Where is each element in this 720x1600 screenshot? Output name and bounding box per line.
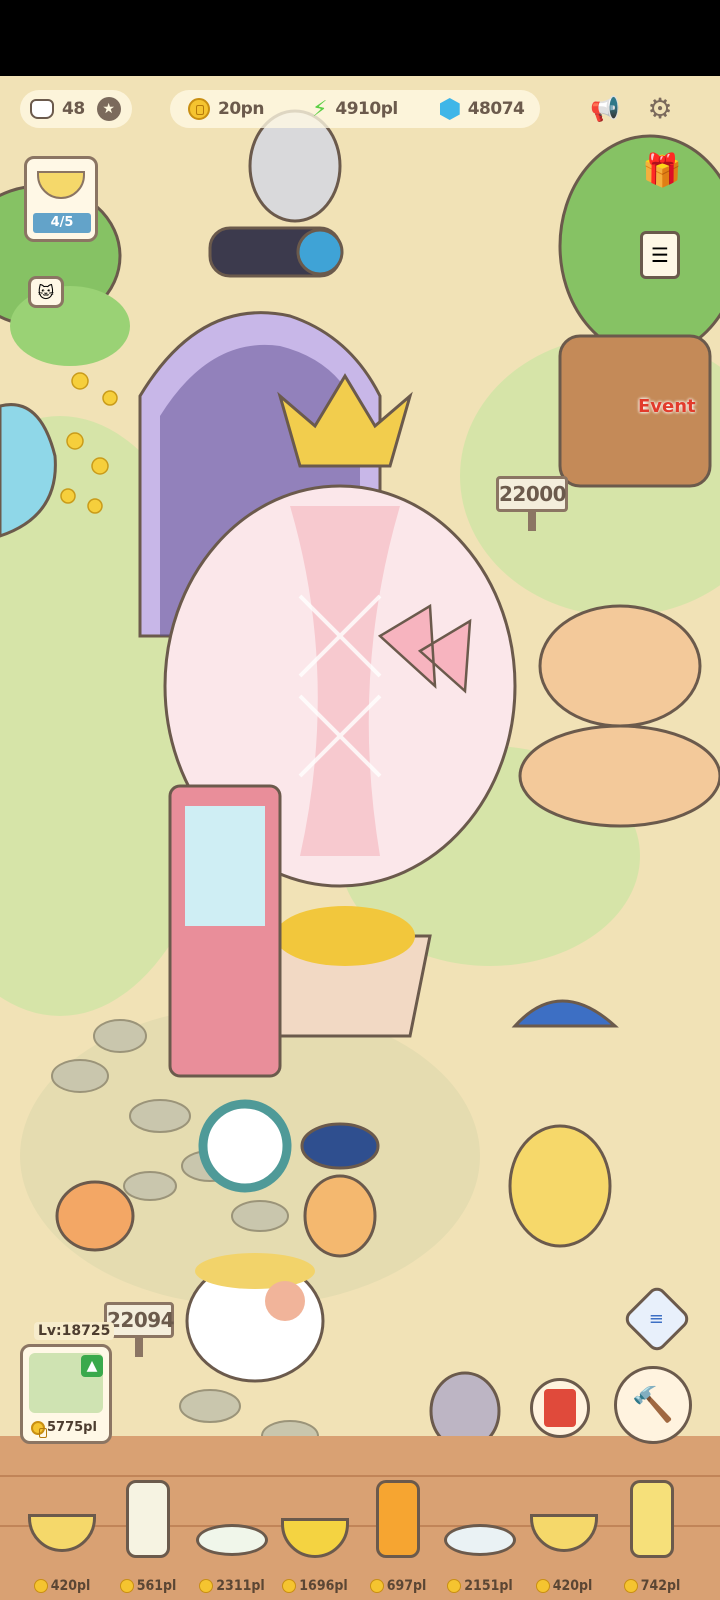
chat-icon[interactable]: 🐱 — [28, 276, 64, 308]
juice-jar-icon — [376, 1480, 420, 1558]
gear-icon[interactable]: ⚙ — [640, 88, 680, 128]
checklist-icon[interactable]: ☰ — [640, 231, 680, 279]
gem-icon — [439, 98, 460, 120]
milk-jar-icon — [126, 1480, 170, 1558]
cat-count-panel[interactable]: 48 ★ — [20, 90, 132, 128]
level-card[interactable]: ▲ 5775pl — [20, 1344, 112, 1444]
event-button[interactable]: Event — [638, 396, 698, 432]
level-label: Lv:18725 — [34, 1322, 115, 1340]
star-icon[interactable]: ★ — [96, 97, 121, 121]
energy-icon: ⚡ — [311, 96, 328, 122]
food-slot-3[interactable]: 2311pl — [192, 1454, 272, 1594]
food-slot-5[interactable]: 697pl — [358, 1454, 438, 1594]
price-sign-bottom[interactable]: 22094 — [104, 1302, 175, 1357]
food-slot-4[interactable]: 1696pl — [275, 1454, 355, 1594]
omelette-bowl-icon — [281, 1518, 349, 1558]
food-slot-1[interactable]: 420pl — [22, 1454, 102, 1594]
status-bar — [0, 0, 720, 76]
lemon-jar-icon — [630, 1480, 674, 1558]
umbrella — [511, 999, 619, 1028]
coin-icon — [188, 98, 210, 120]
fountain — [538, 604, 702, 728]
list-icon: ≡ — [649, 1308, 665, 1330]
food-slot-8[interactable]: 742pl — [612, 1454, 692, 1594]
soup-bowl-icon — [28, 1514, 96, 1552]
recipe-progress: 4/5 — [33, 213, 91, 233]
upgrade-arrow-icon[interactable]: ▲ — [81, 1355, 103, 1377]
recipe-book-button[interactable] — [530, 1378, 590, 1438]
game-scene[interactable]: 48 ★ 20pn ⚡ 4910pl 48074 📢 ⚙ 4/5 🐱 🎁 ☰ E… — [0, 76, 720, 1600]
gift-icon[interactable]: 🎁 — [640, 148, 684, 192]
energy-value: 4910pl — [335, 99, 398, 119]
bean-plate-icon — [444, 1524, 516, 1556]
cat-icon — [30, 99, 54, 119]
level-price: 5775pl — [31, 1420, 97, 1438]
yellow-cat — [508, 1124, 612, 1248]
scale — [198, 1099, 292, 1193]
price-sign-top[interactable]: 22000 — [496, 476, 568, 531]
orange-cat — [55, 1180, 135, 1252]
soup-bowl-icon — [530, 1514, 598, 1552]
event-label: Event — [638, 396, 696, 417]
coin-value: 20pn — [218, 99, 264, 119]
food-slot-2[interactable]: 561pl — [108, 1454, 188, 1594]
hammer-button[interactable]: 🔨 — [614, 1366, 692, 1444]
food-bar: 420pl 561pl 2311pl 1696pl 697pl 2151pl 4… — [0, 1440, 720, 1600]
gem-value: 48074 — [467, 99, 525, 119]
currency-panel: 20pn ⚡ 4910pl 48074 — [170, 90, 540, 128]
cat-count: 48 — [62, 99, 85, 119]
salad-plate-icon — [196, 1524, 268, 1556]
food-slot-6[interactable]: 2151pl — [440, 1454, 520, 1594]
coin-icon — [31, 1420, 47, 1438]
cap-cat — [303, 1174, 377, 1258]
announcement-icon[interactable]: 📢 — [585, 90, 625, 128]
recipe-card[interactable]: 4/5 — [24, 156, 98, 242]
soup-bowl-icon — [37, 171, 85, 199]
book-icon — [544, 1389, 576, 1427]
food-slot-7[interactable]: 420pl — [524, 1454, 604, 1594]
